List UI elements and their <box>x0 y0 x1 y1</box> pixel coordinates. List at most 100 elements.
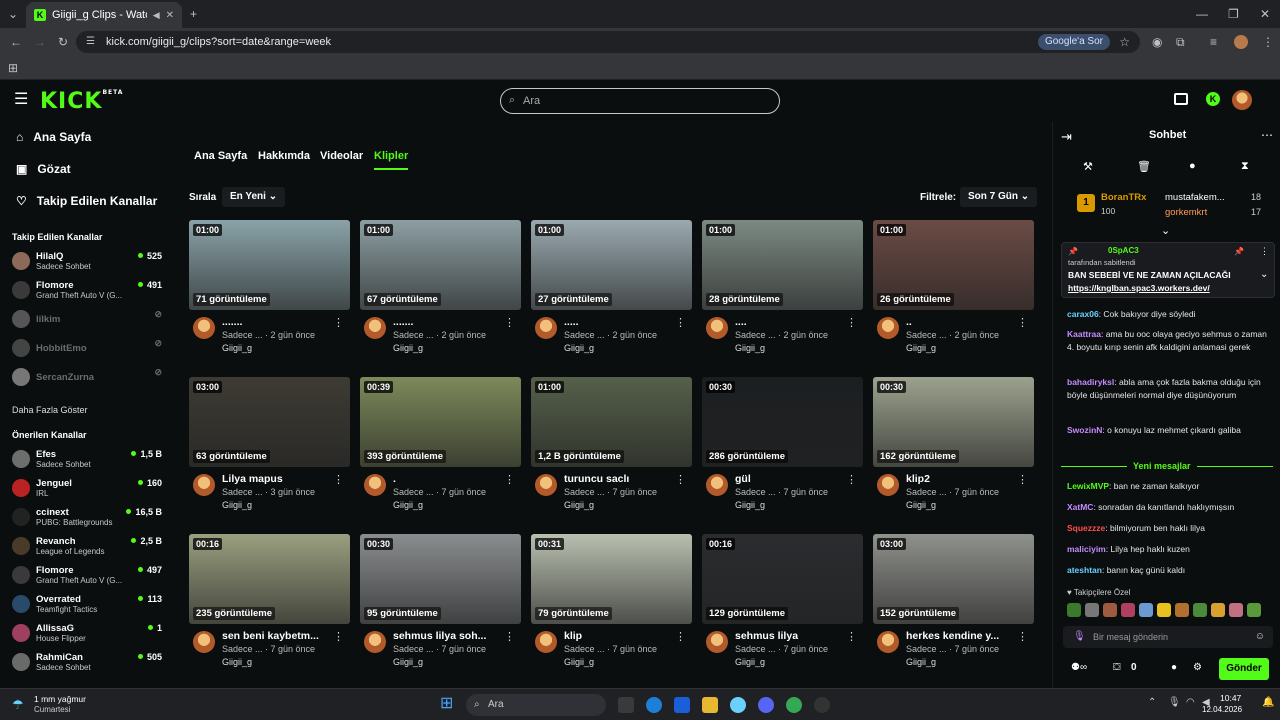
more-options-icon[interactable]: ⋮ <box>333 473 344 486</box>
microphone-icon[interactable]: 🎙 <box>1073 626 1086 648</box>
filter-dropdown[interactable]: Son 7 Gün ⌄ <box>960 187 1038 207</box>
weather-icon[interactable]: ☂ <box>12 697 24 713</box>
recommended-channel-flomore[interactable]: Flomore Grand Theft Auto V (G... 497 <box>12 564 162 588</box>
clip-channel[interactable]: Giigii_g <box>564 657 594 667</box>
more-options-icon[interactable]: ⋮ <box>333 316 344 329</box>
more-options-icon[interactable]: ⋮ <box>504 473 515 486</box>
window-close-icon[interactable]: ✕ <box>1260 7 1270 21</box>
clip-title[interactable]: klip2 <box>906 473 1018 485</box>
avatar[interactable] <box>706 317 728 339</box>
chat-username[interactable]: bahadiryksl <box>1067 377 1114 387</box>
hamburger-menu-icon[interactable]: ☰ <box>14 92 28 108</box>
clip-thumbnail[interactable]: 01:00 26 görüntüleme <box>873 220 1034 310</box>
clip-thumbnail[interactable]: 01:00 28 görüntüleme <box>702 220 863 310</box>
chat-message-input[interactable]: 🎙 Bir mesaj gönderin ☺ <box>1063 626 1273 648</box>
show-more-link[interactable]: Daha Fazla Göster <box>12 405 88 415</box>
tray-chevron-icon[interactable]: ⌃ <box>1148 697 1156 708</box>
pinned-link[interactable]: https://knglban.spac3.workers.dev/ <box>1068 283 1210 293</box>
recommended-channel-allissag[interactable]: AllissaG House Flipper 1 <box>12 622 162 646</box>
chrome-icon[interactable] <box>786 697 802 713</box>
clip-card[interactable]: 01:00 67 görüntüleme....... ⋮ Sadece ... · … <box>360 220 521 360</box>
clip-thumbnail[interactable]: 03:00 152 görüntüleme <box>873 534 1034 624</box>
new-tab-icon[interactable]: + <box>190 7 197 21</box>
avatar[interactable] <box>364 631 386 653</box>
clip-card[interactable]: 01:00 71 görüntüleme....... ⋮ Sadece ... · … <box>189 220 350 360</box>
clip-channel[interactable]: Giigii_g <box>735 657 765 667</box>
more-options-icon[interactable]: ⋮ <box>504 316 515 329</box>
clip-card[interactable]: 03:00 63 görüntüleme Lilya mapus ⋮ Sadece ..… <box>189 377 350 517</box>
emote-icon[interactable] <box>1175 603 1189 617</box>
app-icon[interactable] <box>814 697 830 713</box>
chat-bubble-icon[interactable]: ● <box>1189 160 1196 172</box>
clip-card[interactable]: 00:30 162 görüntüleme klip2 ⋮ Sadece ... · 7… <box>873 377 1034 517</box>
infinity-icon[interactable]: ⚉∞ <box>1071 662 1087 673</box>
trash-icon[interactable]: 🗑 <box>1137 160 1151 173</box>
chat-settings-icon[interactable]: ⋯ <box>1261 128 1273 142</box>
chrome-menu-icon[interactable]: ⋮ <box>1262 35 1274 49</box>
clip-card[interactable]: 01:00 27 görüntüleme..... ⋮ Sadece ... · 2 … <box>531 220 692 360</box>
tab-close-icon[interactable]: ✕ <box>166 10 174 21</box>
extension-icon[interactable]: ◉ <box>1152 35 1162 49</box>
avatar[interactable] <box>193 631 215 653</box>
clip-title[interactable]: turuncu saclı <box>564 473 676 485</box>
emote-bar[interactable] <box>1067 603 1267 619</box>
discord-icon[interactable] <box>758 697 774 713</box>
apps-grid-icon[interactable]: ⊞ <box>8 61 18 75</box>
more-options-icon[interactable]: ⋮ <box>675 473 686 486</box>
sidebar-channel-flomore[interactable]: Flomore Grand Theft Auto V (G... 491 <box>12 279 162 303</box>
recommended-channel-revanch[interactable]: Revanch League of Legends 2,5 B <box>12 535 162 559</box>
clip-title[interactable]: sen beni kaybetm... <box>222 630 334 642</box>
avatar[interactable] <box>364 474 386 496</box>
emote-icon[interactable] <box>1229 603 1243 617</box>
clip-channel[interactable]: Giigii_g <box>735 500 765 510</box>
minimize-icon[interactable]: — <box>1196 7 1208 21</box>
more-options-icon[interactable]: ⋮ <box>846 473 857 486</box>
sidebar-channel-lilkim[interactable]: lilkim ⊘ <box>12 308 162 332</box>
avatar[interactable] <box>535 474 557 496</box>
emote-icon[interactable] <box>1247 603 1261 617</box>
clip-channel[interactable]: Giigii_g <box>393 657 423 667</box>
store-icon[interactable] <box>674 697 690 713</box>
clip-title[interactable]: sehmus lilya soh... <box>393 630 505 642</box>
chat-username[interactable]: LewixMVP <box>1067 481 1109 491</box>
user-avatar[interactable] <box>1232 90 1252 110</box>
leader-name[interactable]: BoranTRx <box>1101 192 1146 203</box>
emote-icon[interactable] <box>1139 603 1153 617</box>
avatar[interactable] <box>706 474 728 496</box>
clip-card[interactable]: 00:16 129 görüntüleme sehmus lilya ⋮ Sadece … <box>702 534 863 674</box>
points-icon[interactable]: ⛋ <box>1113 662 1121 673</box>
avatar[interactable] <box>364 317 386 339</box>
clip-title[interactable]: . <box>393 473 505 485</box>
clip-channel[interactable]: Giigii_g <box>564 343 594 353</box>
recommended-channel-rahmican[interactable]: RahmiCan Sadece Sohbet 505 <box>12 651 162 675</box>
clip-thumbnail[interactable]: 01:00 67 görüntüleme <box>360 220 521 310</box>
taskbar-search[interactable]: ⌕ Ara <box>466 694 606 716</box>
chat-username[interactable]: XatMC <box>1067 502 1093 512</box>
kick-k-icon[interactable]: K <box>1206 92 1220 106</box>
avatar[interactable] <box>193 474 215 496</box>
more-options-icon[interactable]: ⋮ <box>1017 473 1028 486</box>
chat-username[interactable]: SwozinN <box>1067 425 1102 435</box>
chat-username[interactable]: ateshtan <box>1067 565 1102 575</box>
unpin-icon[interactable]: 📌 <box>1234 247 1244 256</box>
clip-card[interactable]: 00:30 286 görüntüleme gül ⋮ Sadece ... · 7 g… <box>702 377 863 517</box>
emote-icon[interactable] <box>1193 603 1207 617</box>
clock-time[interactable]: 10:47 <box>1220 693 1241 703</box>
leader3-name[interactable]: gorkemkrt <box>1165 207 1207 218</box>
clip-card[interactable]: 01:00 1,2 B görüntüleme turuncu saclı ⋮ Sade… <box>531 377 692 517</box>
emote-icon[interactable] <box>1085 603 1099 617</box>
emote-icon[interactable] <box>1211 603 1225 617</box>
chat-username[interactable]: maliciyim <box>1067 544 1106 554</box>
avatar[interactable] <box>193 317 215 339</box>
clock-date[interactable]: 12.04.2026 <box>1202 705 1242 714</box>
forward-icon[interactable]: → <box>34 35 46 49</box>
weather-text[interactable]: 1 mm yağmur <box>34 694 86 704</box>
recommended-channel-efes[interactable]: Efes Sadece Sohbet 1,5 B <box>12 448 162 472</box>
pinned-user[interactable]: 0SpAC3 <box>1108 246 1139 255</box>
clip-thumbnail[interactable]: 01:00 1,2 B görüntüleme <box>531 377 692 467</box>
emote-icon[interactable] <box>1103 603 1117 617</box>
emote-icon[interactable] <box>1157 603 1171 617</box>
chat-bubble-icon[interactable]: ● <box>1171 662 1177 673</box>
wifi-icon[interactable]: ◠ <box>1186 697 1195 708</box>
clip-card[interactable]: 01:00 28 görüntüleme.... ⋮ Sadece ... · 2 g… <box>702 220 863 360</box>
